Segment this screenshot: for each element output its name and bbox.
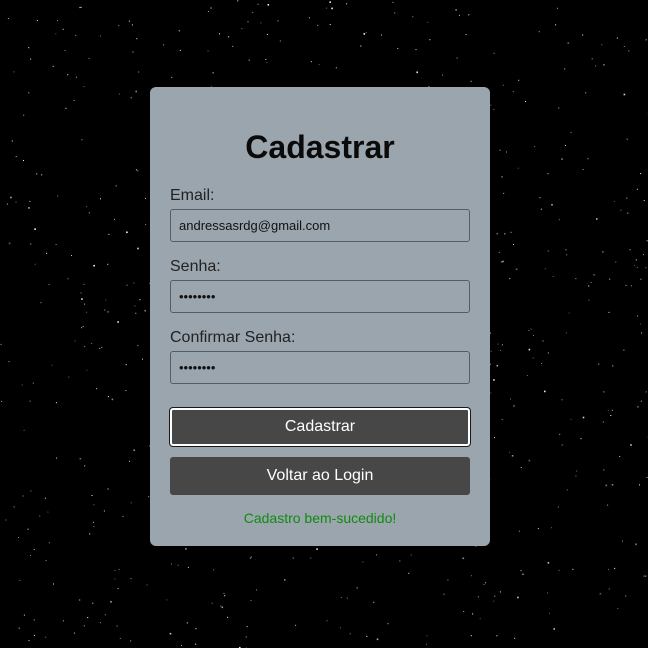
email-field[interactable] bbox=[170, 209, 470, 242]
email-label: Email: bbox=[170, 187, 215, 204]
password-label: Senha: bbox=[170, 258, 221, 275]
signup-card: Cadastrar Email: Senha: Confirmar Senha:… bbox=[150, 87, 490, 546]
page-title: Cadastrar bbox=[245, 129, 395, 165]
confirm-password-field[interactable] bbox=[170, 351, 470, 384]
status-message: Cadastro bem-sucedido! bbox=[243, 510, 397, 526]
confirm-password-label: Confirmar Senha: bbox=[170, 329, 296, 346]
password-field[interactable] bbox=[170, 280, 470, 313]
signup-button[interactable]: Cadastrar bbox=[170, 408, 470, 446]
back-to-login-button[interactable]: Voltar ao Login bbox=[170, 457, 470, 495]
